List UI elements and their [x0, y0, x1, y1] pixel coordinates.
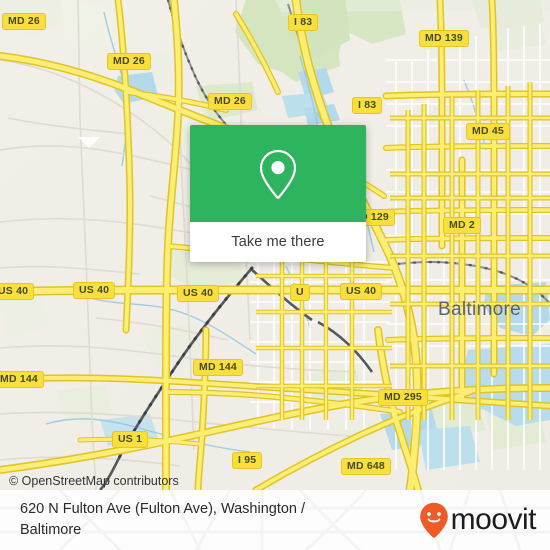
road-shield: US 40 [0, 283, 35, 300]
road-shield: US 40 [177, 285, 220, 302]
road-shield: MD 45 [466, 123, 510, 140]
moovit-pin-icon [419, 502, 448, 538]
road-shield: MD 139 [419, 30, 469, 47]
footer-bar: 620 N Fulton Ave (Fulton Ave), Washingto… [0, 490, 550, 550]
road-shield: MD 26 [2, 13, 46, 30]
road-shield: MD 144 [193, 359, 243, 376]
road-shield: US 40 [340, 283, 383, 300]
road-shield: I 83 [352, 97, 383, 114]
road-shield: MD 2 [443, 217, 481, 234]
osm-attribution: © OpenStreetMap contributors [9, 474, 179, 488]
road-shield: MD 295 [378, 389, 428, 406]
road-shield: MD 648 [341, 458, 391, 475]
road-shield: MD 26 [208, 93, 252, 110]
map-pin-icon [259, 149, 297, 199]
take-me-there-label: Take me there [231, 234, 325, 250]
moovit-wordmark: moovit [450, 503, 537, 536]
road-shield: MD 144 [0, 371, 44, 388]
road-shield: US 1 [112, 431, 149, 448]
road-shield: U [290, 284, 310, 301]
popup-action-bar[interactable]: Take me there [190, 222, 366, 262]
road-shield: US 40 [73, 282, 116, 299]
location-popup-card[interactable]: Take me there [190, 125, 366, 262]
road-shield: MD 26 [107, 53, 151, 70]
footer-content: 620 N Fulton Ave (Fulton Ave), Washingto… [0, 490, 550, 550]
map-screenshot: MD 26 MD 26 MD 26 I 83 I 83 MD 139 MD 45 MD 129… [0, 0, 550, 550]
moovit-brand[interactable]: moovit [419, 502, 537, 538]
road-shield: I 83 [288, 14, 319, 31]
road-shield: I 95 [232, 452, 263, 469]
location-address: 620 N Fulton Ave (Fulton Ave), Washingto… [20, 501, 306, 538]
popup-pointer-tail [78, 137, 100, 148]
popup-header [190, 125, 366, 222]
city-label: Baltimore [438, 299, 521, 320]
